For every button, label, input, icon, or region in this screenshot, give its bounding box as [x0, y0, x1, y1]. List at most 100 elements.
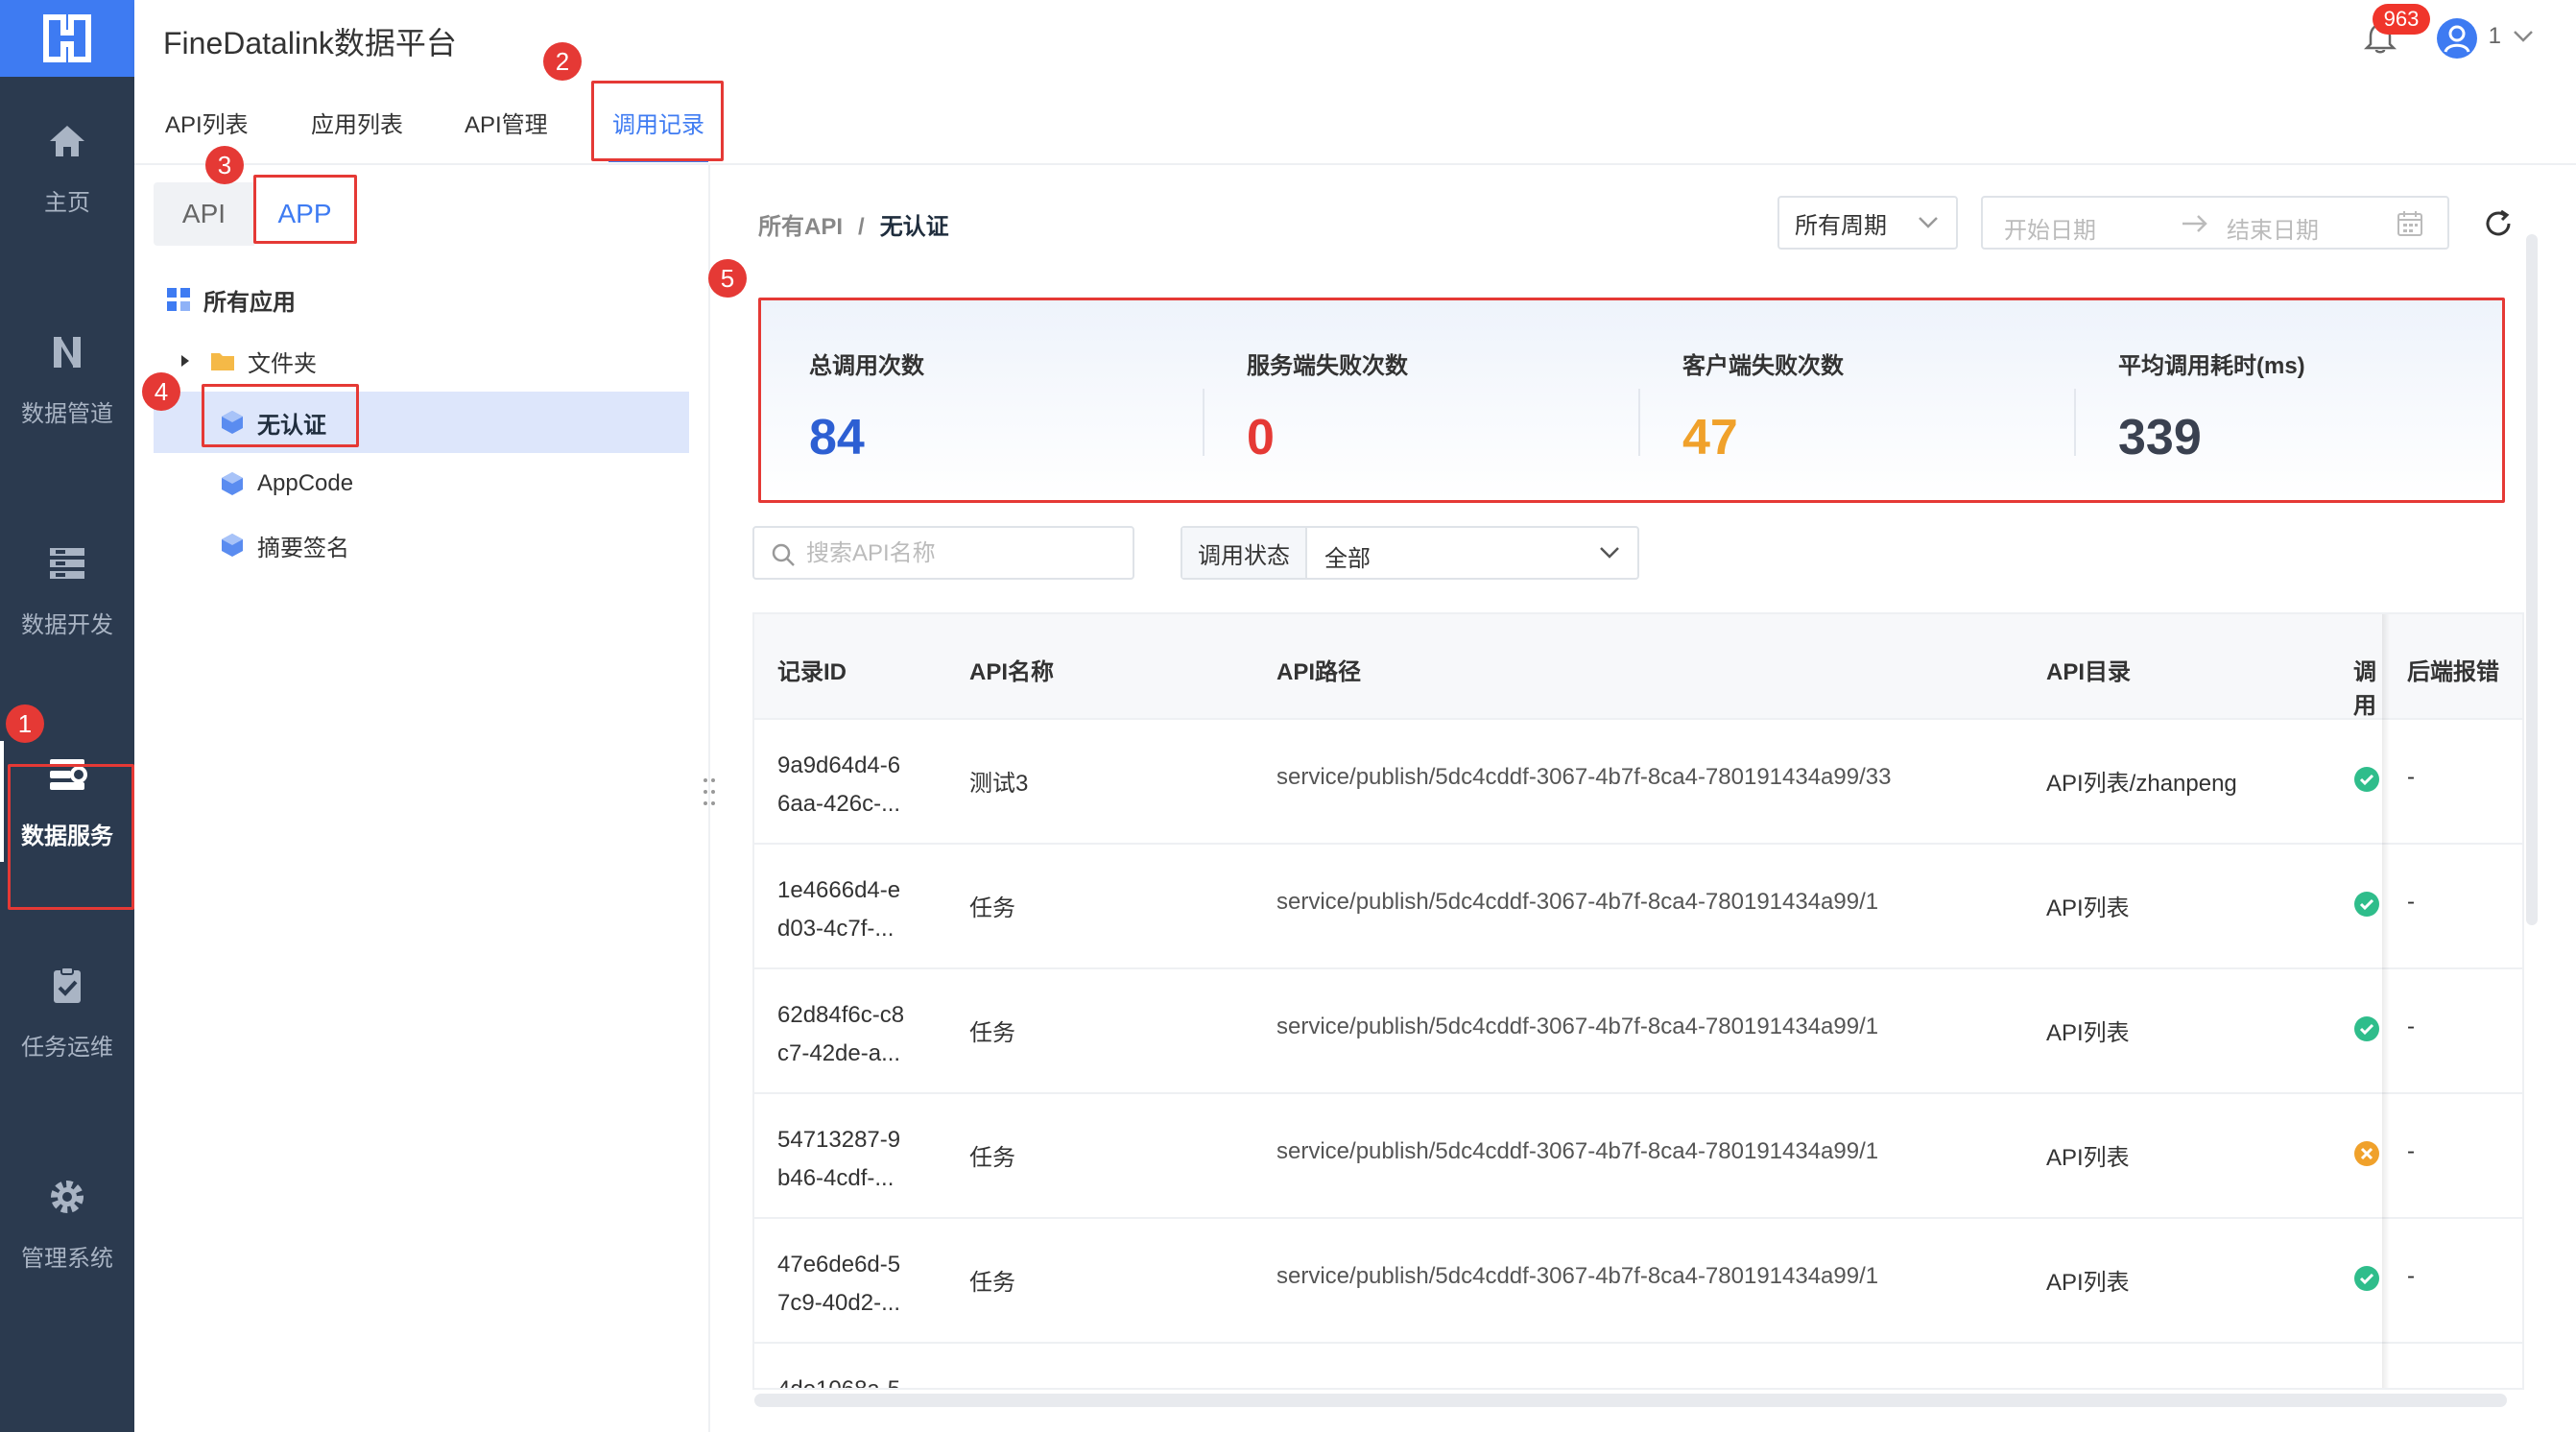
cell-api-dir: API列表: [2046, 1020, 2130, 1046]
end-date-placeholder[interactable]: 结束日期: [2227, 211, 2319, 245]
stat-client-failures: 客户端失败次数 47: [1682, 346, 1844, 466]
app-title: FineDatalink数据平台: [163, 26, 457, 60]
tree-item-appcode[interactable]: AppCode: [154, 453, 689, 514]
search-input[interactable]: [806, 537, 1113, 570]
table-header: 记录ID API名称 API路径 API目录 调用状态 后端报错: [754, 614, 2522, 720]
cube-icon: [222, 411, 243, 434]
date-range-picker[interactable]: 开始日期 结束日期: [1981, 196, 2449, 250]
cell-api-name: 任务: [969, 1020, 1015, 1046]
cell-backend-error: -: [2407, 1014, 2415, 1039]
nav-item-home[interactable]: 主页: [0, 96, 134, 240]
table-row[interactable]: 9a9d64d4-6 6aa-426c-... 测试3 service/publis…: [754, 720, 2522, 845]
nav-item-label: 任务运维: [21, 1034, 113, 1061]
stat-total-calls: 总调用次数 84: [809, 346, 924, 466]
chevron-down-icon[interactable]: [2513, 29, 2534, 44]
stat-server-failures: 服务端失败次数 0: [1247, 346, 1408, 466]
tree-item-no-auth[interactable]: 无认证: [154, 392, 689, 453]
nav-item-ops[interactable]: 任务运维: [0, 941, 134, 1085]
period-select[interactable]: 所有周期: [1777, 196, 1958, 250]
cell-backend-error: -: [2407, 1138, 2415, 1164]
search-icon: [772, 543, 795, 566]
cell-api-name: 任务: [969, 895, 1015, 921]
cell-backend-error: -: [2407, 1263, 2415, 1289]
pipeline-icon: [54, 336, 81, 368]
breadcrumb-separator: /: [858, 214, 865, 240]
gear-icon: [51, 1180, 83, 1213]
nav-item-data-service[interactable]: 数据服务: [0, 729, 134, 873]
stats-summary-card: 总调用次数 84 服务端失败次数 0 客户端失败次数 47 平均调用耗时(ms)…: [758, 298, 2505, 503]
app-logo[interactable]: [0, 0, 134, 77]
annotation-marker-5: 5: [708, 259, 747, 298]
tree-item-label: 摘要签名: [257, 535, 349, 561]
user-avatar-icon[interactable]: [2436, 17, 2478, 60]
annotation-marker-1: 1: [6, 704, 44, 743]
tree-root[interactable]: 所有应用: [154, 269, 689, 330]
stat-label: 客户端失败次数: [1682, 353, 1844, 379]
cell-record-id: 62d84f6c-c8 c7-42de-a...: [777, 1002, 905, 1066]
cell-api-path: service/publish/5dc4cddf-3067-4b7f-8ca4-…: [1276, 1138, 1879, 1164]
breadcrumb-current: 无认证: [879, 214, 949, 240]
cell-api-name: 任务: [969, 1270, 1015, 1296]
stat-label: 平均调用耗时(ms): [2118, 353, 2305, 379]
nav-item-label: 数据管道: [21, 400, 113, 427]
stat-label: 服务端失败次数: [1247, 353, 1408, 379]
cell-api-dir: API列表/zhanpeng: [2046, 771, 2237, 797]
tree-folder[interactable]: 文件夹: [154, 330, 689, 392]
grid-apps-icon: [167, 288, 190, 311]
nav-item-label: 管理系统: [21, 1245, 113, 1272]
folder-icon: [211, 353, 234, 370]
stat-label: 总调用次数: [809, 353, 924, 379]
stat-value: 339: [2118, 410, 2202, 465]
cell-api-dir: API列表: [2046, 895, 2130, 921]
cell-record-id: 4de1068a-5: [777, 1376, 901, 1390]
clipboard-check-icon: [54, 966, 81, 1003]
stat-value: 0: [1247, 410, 1275, 465]
horizontal-scrollbar[interactable]: [754, 1394, 2507, 1407]
data-service-icon: [50, 758, 87, 790]
table-row[interactable]: 1e4666d4-e d03-4c7f-... 任务 service/publish…: [754, 845, 2522, 969]
nav-item-dev[interactable]: 数据开发: [0, 518, 134, 662]
tree-root-label: 所有应用: [203, 289, 296, 316]
cell-api-path: service/publish/5dc4cddf-3067-4b7f-8ca4-…: [1276, 1263, 1879, 1289]
segment-api[interactable]: API: [154, 182, 254, 246]
success-check-icon: [2353, 891, 2380, 918]
panel-resize-handle-icon[interactable]: [701, 776, 718, 808]
tree-item-digest[interactable]: 摘要签名: [154, 514, 689, 576]
cell-api-path: service/publish/5dc4cddf-3067-4b7f-8ca4-…: [1276, 1014, 1879, 1039]
stat-value: 47: [1682, 410, 1738, 465]
table-row[interactable]: 4de1068a-5: [754, 1344, 2522, 1390]
period-value: 所有周期: [1795, 212, 1887, 239]
table-row[interactable]: 54713287-9 b46-4cdf-... 任务 service/publish…: [754, 1094, 2522, 1219]
stat-divider: [2074, 389, 2076, 456]
start-date-placeholder[interactable]: 开始日期: [2004, 211, 2096, 245]
fixed-column-shadow: [2382, 614, 2390, 1388]
api-app-switch: API APP: [154, 182, 355, 246]
vertical-scrollbar[interactable]: [2526, 234, 2538, 925]
nav-item-pipeline[interactable]: 数据管道: [0, 307, 134, 451]
tab-api-manage[interactable]: API管理: [465, 106, 548, 158]
breadcrumb-root[interactable]: 所有API: [758, 214, 843, 240]
cell-record-id: 47e6de6d-5 7c9-40d2-...: [777, 1252, 901, 1316]
stat-avg-latency: 平均调用耗时(ms) 339: [2118, 346, 2305, 466]
cube-icon: [222, 534, 243, 557]
user-name[interactable]: 1: [2489, 23, 2501, 50]
status-filter[interactable]: 调用状态 全部: [1181, 526, 1639, 580]
cell-backend-error: -: [2407, 764, 2415, 790]
refresh-icon[interactable]: [2482, 207, 2515, 240]
cube-icon: [222, 472, 243, 495]
top-header: FineDatalink数据平台 963 1: [134, 0, 2576, 77]
cell-api-name: 任务: [969, 1145, 1015, 1171]
search-box: [752, 526, 1134, 580]
table-row[interactable]: 62d84f6c-c8 c7-42de-a... 任务 service/publis…: [754, 969, 2522, 1094]
tab-app-list[interactable]: 应用列表: [311, 106, 403, 158]
app-tree-panel: API APP 所有应用 文件夹 无认证 AppCode 摘要签名: [134, 165, 710, 1432]
col-api-path: API路径: [1276, 659, 1362, 685]
segment-app[interactable]: APP: [254, 182, 355, 246]
tab-call-records[interactable]: 调用记录: [608, 106, 708, 162]
table-row[interactable]: 47e6de6d-5 7c9-40d2-... 任务 service/publish…: [754, 1219, 2522, 1344]
chevron-down-icon: [1600, 547, 1619, 559]
nav-item-admin[interactable]: 管理系统: [0, 1152, 134, 1296]
success-check-icon: [2353, 766, 2380, 793]
caret-right-icon[interactable]: [179, 352, 192, 370]
call-records-table: 记录ID API名称 API路径 API目录 调用状态 后端报错 9a9d64d…: [752, 612, 2524, 1390]
